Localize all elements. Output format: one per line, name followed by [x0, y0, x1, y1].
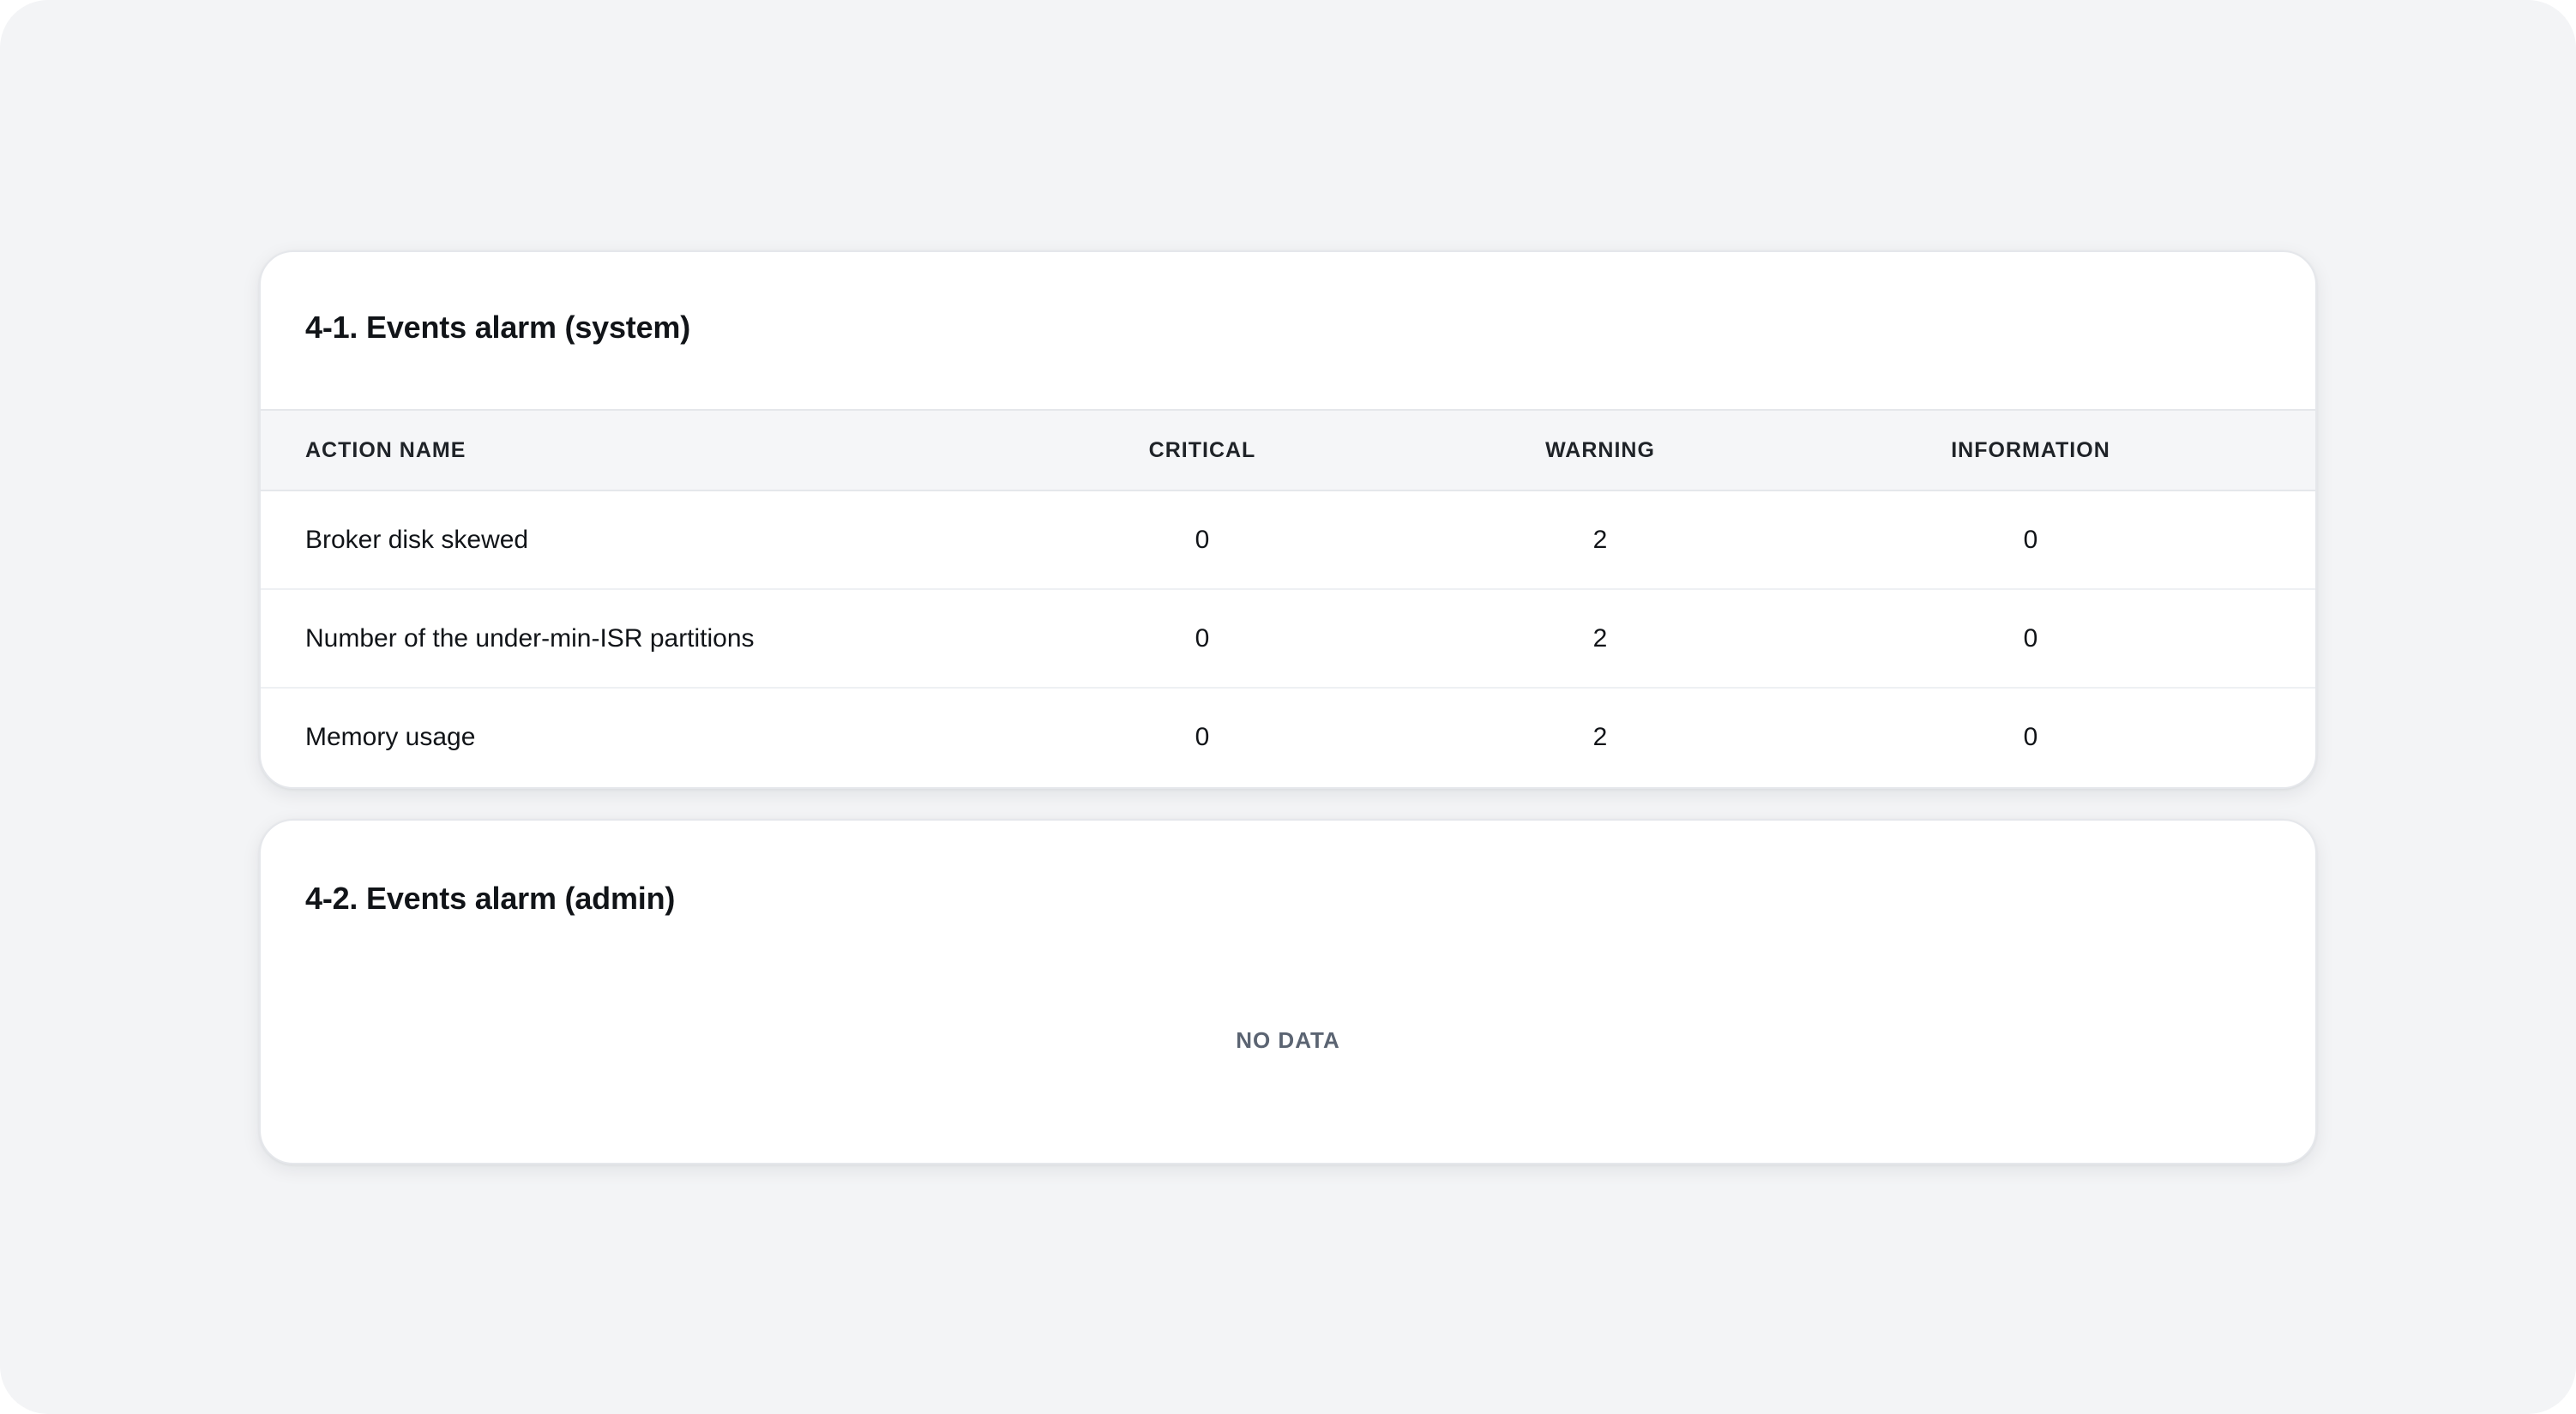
- row-warning-count: 2: [1592, 723, 1608, 751]
- table-row[interactable]: Memory usage 0 2 0: [261, 688, 2315, 786]
- row-information-count: 0: [2023, 723, 2038, 751]
- page-background: 4-1. Events alarm (system) ACTION NAME C…: [0, 0, 2576, 1414]
- row-action-name: Number of the under-min-ISR partitions: [261, 589, 947, 689]
- column-header-action-name[interactable]: ACTION NAME: [261, 409, 947, 491]
- column-header-warning[interactable]: WARNING: [1458, 409, 1742, 491]
- column-header-information[interactable]: INFORMATION: [1742, 409, 2315, 491]
- events-alarm-system-card: 4-1. Events alarm (system) ACTION NAME C…: [259, 250, 2317, 789]
- row-critical-count: 0: [1195, 723, 1210, 751]
- row-information-count: 0: [1742, 490, 2315, 590]
- row-critical-count: 0: [947, 589, 1458, 689]
- empty-state-text: NO DATA: [1236, 1027, 1340, 1053]
- row-warning-count: 2: [1458, 589, 1742, 689]
- events-alarm-system-title: 4-1. Events alarm (system): [305, 310, 691, 345]
- column-header-critical[interactable]: CRITICAL: [947, 409, 1458, 491]
- events-alarm-admin-title: 4-2. Events alarm (admin): [305, 881, 676, 916]
- row-action-name: Memory usage: [305, 723, 476, 751]
- table-row[interactable]: Broker disk skewed 0 2 0: [261, 490, 2315, 590]
- row-information-count: 0: [1742, 589, 2315, 689]
- row-action-name: Broker disk skewed: [261, 490, 947, 590]
- row-warning-count: 2: [1458, 490, 1742, 590]
- table-header-row: ACTION NAME CRITICAL WARNING INFORMATION: [261, 409, 2315, 491]
- row-critical-count: 0: [947, 490, 1458, 590]
- events-alarm-system-table: ACTION NAME CRITICAL WARNING INFORMATION…: [261, 409, 2315, 786]
- table-row[interactable]: Number of the under-min-ISR partitions 0…: [261, 589, 2315, 689]
- events-alarm-admin-card: 4-2. Events alarm (admin) NO DATA: [259, 819, 2317, 1164]
